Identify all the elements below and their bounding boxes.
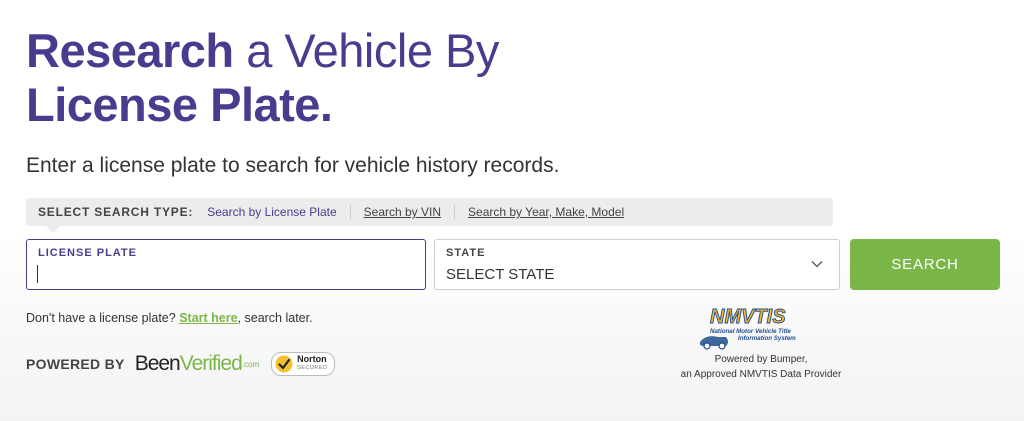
norton-name: Norton — [297, 354, 327, 364]
beenverified-logo-part1: Been — [134, 352, 181, 375]
nmvtis-provider-text: Powered by Bumper, an Approved NMVTIS Da… — [656, 352, 866, 382]
page-heading: Research a Vehicle By License Plate. — [26, 24, 499, 132]
hint-suffix: , search later. — [237, 311, 313, 325]
nmvtis-logo-title: NMVTIS — [710, 306, 786, 328]
nmvtis-logo: NMVTIS National Motor Vehicle Title Info… — [699, 306, 796, 350]
search-type-license-plate[interactable]: Search by License Plate — [207, 205, 349, 219]
page-subtitle: Enter a license plate to search for vehi… — [26, 154, 560, 177]
norton-secured-badge: Norton SECURED — [271, 352, 335, 376]
heading-bold-research: Research — [26, 24, 234, 77]
license-plate-input[interactable] — [35, 262, 415, 286]
chevron-down-icon — [811, 261, 823, 268]
state-label: STATE — [446, 247, 486, 259]
beenverified-logo: BeenVerified — [134, 352, 243, 376]
powered-by-label: POWERED BY — [26, 356, 125, 372]
start-here-link[interactable]: Start here — [179, 311, 237, 325]
nmvtis-logo-subtitle-1: National Motor Vehicle Title — [710, 328, 791, 335]
license-plate-label: LICENSE PLATE — [38, 247, 137, 259]
hint-prefix: Don't have a license plate? — [26, 311, 180, 325]
state-selected-value: SELECT STATE — [446, 266, 555, 283]
search-type-vin[interactable]: Search by VIN — [349, 205, 454, 219]
beenverified-logo-part2: Verified — [179, 352, 243, 375]
norton-check-icon — [275, 355, 293, 373]
heading-light-text: a Vehicle By — [233, 24, 499, 77]
nmvtis-provider-line2: an Approved NMVTIS Data Provider — [680, 369, 842, 380]
search-button[interactable]: SEARCH — [850, 239, 1000, 290]
search-type-bar: SELECT SEARCH TYPE: Search by License Pl… — [26, 198, 833, 233]
no-plate-hint: Don't have a license plate? Start here, … — [26, 311, 313, 325]
nmvtis-car-wheel — [703, 342, 711, 350]
text-caret — [37, 265, 38, 283]
license-plate-field[interactable]: LICENSE PLATE — [26, 239, 426, 290]
state-select[interactable]: STATE SELECT STATE — [434, 239, 840, 290]
search-type-year-make-model[interactable]: Search by Year, Make, Model — [454, 205, 637, 219]
nmvtis-logo-subtitle-2: Information System — [738, 335, 796, 342]
nmvtis-provider-line1: Powered by Bumper, — [714, 354, 808, 365]
norton-sub: SECURED — [297, 365, 328, 371]
search-type-label: SELECT SEARCH TYPE: — [38, 205, 194, 219]
powered-by-section: POWERED BY BeenVerified .com Norton SECU… — [26, 352, 335, 376]
nmvtis-car-wheel — [718, 342, 726, 350]
beenverified-logo-suffix: .com — [241, 359, 260, 369]
heading-bold-license-plate: License Plate. — [26, 78, 333, 131]
